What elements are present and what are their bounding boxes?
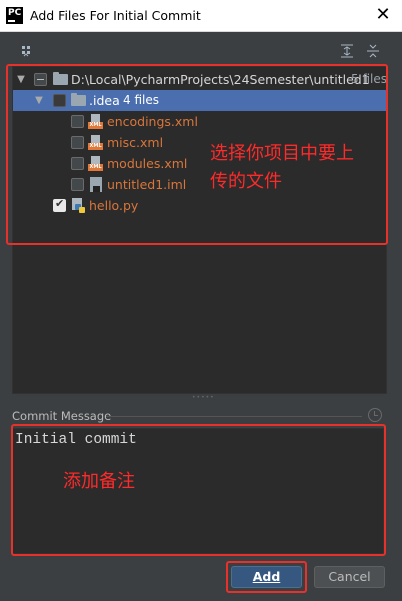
expand-arrow-icon[interactable]: ▼ (16, 69, 26, 90)
file-checkbox[interactable] (71, 115, 84, 128)
tree-annotation-line2: 传的文件 (210, 171, 282, 192)
root-path: D:\Local\PycharmProjects\24Semester\unti… (71, 72, 370, 87)
tree-row-idea[interactable]: ▼ .idea 4 files (13, 90, 386, 111)
folder-icon (71, 93, 86, 106)
commit-message-input[interactable] (15, 432, 375, 448)
tree-row-encodings[interactable]: XML encodings.xml (13, 111, 386, 132)
pycharm-app-icon: PC (6, 7, 23, 24)
window-title: Add Files For Initial Commit (30, 8, 201, 23)
tree-row-root[interactable]: ▼ D:\Local\PycharmProjects\24Semester\un… (13, 69, 387, 90)
file-tree: ▼ D:\Local\PycharmProjects\24Semester\un… (12, 66, 387, 394)
idea-checkbox[interactable] (53, 94, 66, 107)
file-checkbox[interactable] (71, 136, 84, 149)
add-button[interactable]: Add (231, 566, 302, 588)
commit-annotation-text: 添加备注 (63, 471, 135, 492)
folder-icon (53, 72, 68, 85)
xml-file-icon: XML (88, 135, 103, 150)
collapse-all-icon[interactable] (366, 44, 380, 58)
group-by-icon[interactable] (20, 44, 34, 58)
splitter-handle[interactable]: ••••• (192, 395, 214, 401)
file-name: misc.xml (107, 135, 164, 150)
file-name: untitled1.iml (107, 177, 187, 192)
file-name: encodings.xml (107, 114, 198, 129)
close-button[interactable]: ✕ (372, 4, 394, 26)
commit-message-label: Commit Message (12, 409, 112, 423)
python-file-icon (71, 198, 85, 213)
iml-file-icon (90, 177, 102, 192)
cancel-button[interactable]: Cancel (314, 566, 385, 588)
title-bar: PC Add Files For Initial Commit ✕ (0, 0, 402, 32)
tree-toolbar (0, 36, 402, 64)
file-name: hello.py (89, 198, 139, 213)
hello-checkbox[interactable] (53, 197, 66, 212)
expand-arrow-icon[interactable]: ▼ (34, 90, 44, 111)
xml-file-icon: XML (88, 156, 103, 171)
history-icon[interactable] (368, 408, 382, 422)
idea-folder-name: .idea (89, 93, 120, 108)
tree-row-hello[interactable]: hello.py (13, 195, 386, 216)
xml-file-icon: XML (88, 114, 103, 129)
file-checkbox[interactable] (71, 178, 84, 191)
root-checkbox[interactable] (34, 73, 47, 86)
file-checkbox[interactable] (71, 157, 84, 170)
tree-annotation-line1: 选择你项目中要上 (210, 143, 354, 164)
root-file-count: 5 files (351, 72, 387, 86)
separator-line (106, 416, 362, 417)
file-name: modules.xml (107, 156, 188, 171)
tree-row-iml[interactable]: untitled1.iml (13, 174, 386, 195)
expand-all-icon[interactable] (340, 44, 354, 58)
idea-file-count: 4 files (123, 93, 159, 107)
